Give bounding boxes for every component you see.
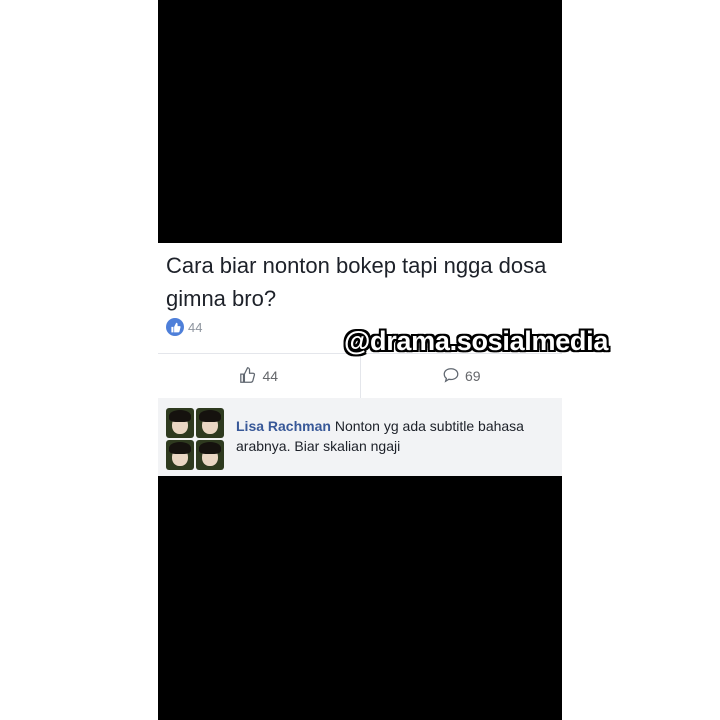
reaction-summary[interactable]: 44 bbox=[166, 317, 202, 337]
thumbs-up-icon bbox=[239, 366, 257, 387]
comment-author-name[interactable]: Lisa Rachman bbox=[236, 418, 331, 434]
reaction-count: 44 bbox=[188, 319, 203, 335]
avatar-tile bbox=[196, 408, 224, 438]
like-count: 44 bbox=[262, 368, 279, 384]
like-button[interactable]: 44 bbox=[158, 354, 360, 398]
like-reaction-icon bbox=[166, 318, 184, 336]
post-text: Cara biar nonton bokep tapi ngga dosa gi… bbox=[166, 253, 547, 311]
watermark: @drama.sosialmedia bbox=[344, 326, 609, 356]
avatar-tile bbox=[166, 408, 194, 438]
comment-item: Lisa Rachman Nonton yg ada subtitle baha… bbox=[158, 398, 562, 476]
action-bar: 44 69 bbox=[158, 353, 562, 399]
avatar-tile bbox=[166, 440, 194, 470]
comment-count: 69 bbox=[464, 368, 481, 384]
avatar-tile bbox=[196, 440, 224, 470]
avatar[interactable] bbox=[166, 408, 224, 470]
comment-body: Lisa Rachman Nonton yg ada subtitle baha… bbox=[236, 416, 536, 456]
post-screenshot-card: Cara biar nonton bokep tapi ngga dosa gi… bbox=[158, 243, 562, 476]
comment-bubble-icon bbox=[442, 366, 460, 387]
comment-button[interactable]: 69 bbox=[359, 354, 563, 398]
